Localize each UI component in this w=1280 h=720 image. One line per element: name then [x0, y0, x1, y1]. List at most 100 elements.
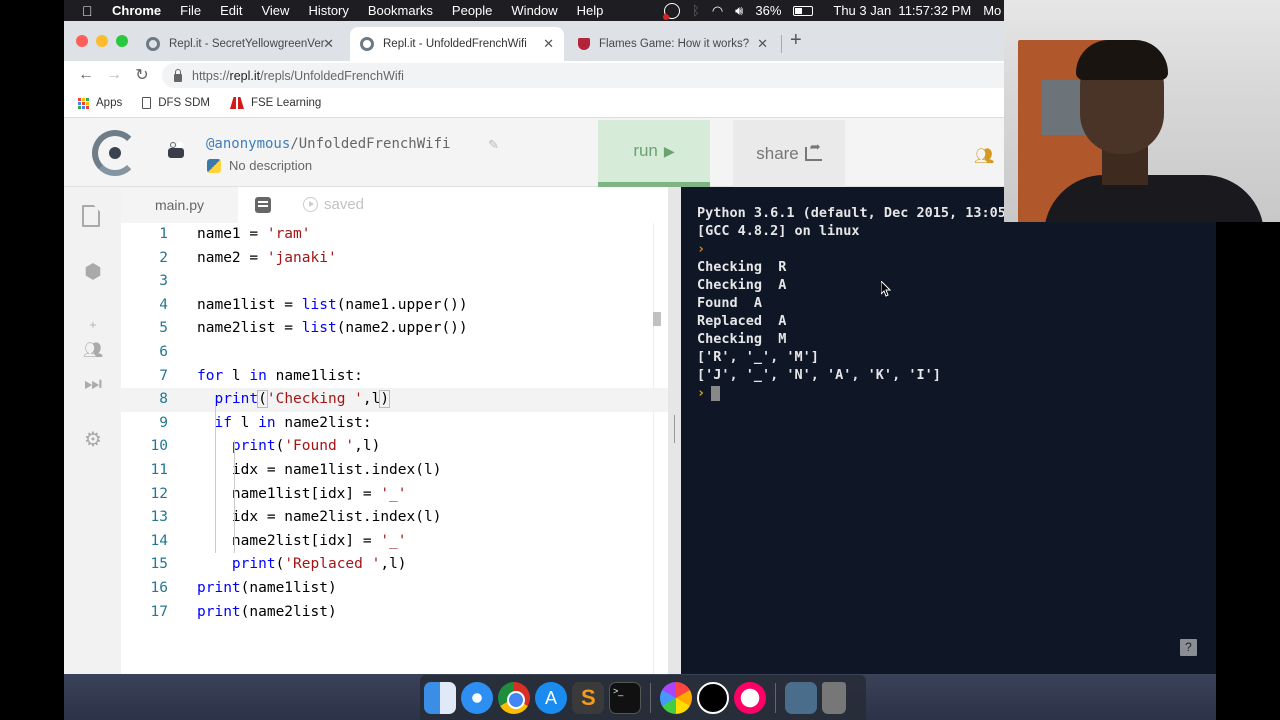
- dock-chrome-icon[interactable]: [498, 681, 530, 714]
- help-button[interactable]: ?: [1180, 639, 1197, 656]
- menu-people[interactable]: People: [452, 3, 492, 18]
- browser-tab[interactable]: Repl.it - SecretYellowgreenVer ✕: [136, 27, 344, 61]
- project-owner[interactable]: @anonymous: [206, 136, 290, 152]
- address-bar[interactable]: https://repl.it/repls/UnfoldedFrenchWifi: [162, 63, 1004, 88]
- run-button[interactable]: run ▶: [598, 120, 710, 187]
- project-title[interactable]: @anonymous/UnfoldedFrenchWifi: [206, 136, 450, 152]
- code-line[interactable]: 9 if l in name2list:: [121, 412, 668, 436]
- code-line[interactable]: 14 name2list[idx] = '_': [121, 530, 668, 554]
- obs-status-icon[interactable]: [663, 2, 680, 20]
- debugger-step-icon[interactable]: ⏭︎: [82, 373, 104, 395]
- history-icon[interactable]: [303, 197, 318, 212]
- tab-main-py[interactable]: main.py: [121, 187, 238, 223]
- multiplayer-icon[interactable]: 👥︎: [974, 146, 994, 166]
- line-source[interactable]: if l in name2list:: [197, 412, 371, 436]
- code-line[interactable]: 8 print('Checking ',l): [121, 388, 668, 412]
- battery-icon[interactable]: [793, 5, 814, 16]
- replit-logo-icon[interactable]: [92, 130, 138, 176]
- volume-icon[interactable]: 🔊︎: [735, 3, 743, 19]
- line-source[interactable]: name2list = list(name2.upper()): [197, 317, 468, 341]
- console-input-prompt[interactable]: ›: [697, 384, 721, 402]
- packages-cube-icon[interactable]: ⬢: [82, 261, 104, 283]
- clock[interactable]: Thu 3 Jan 11:57:32 PM: [833, 3, 971, 18]
- line-source[interactable]: name2 = 'janaki': [197, 247, 337, 271]
- code-line[interactable]: 15 print('Replaced ',l): [121, 553, 668, 577]
- dock-terminal-icon[interactable]: >_: [609, 681, 641, 714]
- files-icon[interactable]: [82, 205, 104, 227]
- browser-tab-active[interactable]: Repl.it - UnfoldedFrenchWifi ✕: [350, 27, 564, 61]
- robot-avatar-icon[interactable]: [168, 142, 184, 158]
- code-line[interactable]: 10 print('Found ',l): [121, 435, 668, 459]
- line-source[interactable]: name1 = 'ram': [197, 223, 311, 247]
- dock-photos-icon[interactable]: [660, 681, 692, 714]
- bookmark-apps[interactable]: Apps: [78, 97, 122, 109]
- line-source[interactable]: name1list = list(name1.upper()): [197, 294, 468, 318]
- close-tab-icon[interactable]: ✕: [323, 36, 334, 52]
- code-lines[interactable]: 1 name1 = 'ram' 2 name2 = 'janaki' 3 4 name1li…: [121, 223, 668, 624]
- code-line[interactable]: 17 print(name2list): [121, 601, 668, 625]
- code-line[interactable]: 2 name2 = 'janaki': [121, 247, 668, 271]
- project-name[interactable]: UnfoldedFrenchWifi: [299, 136, 451, 152]
- menu-app[interactable]: Chrome: [112, 3, 161, 18]
- code-line[interactable]: 5 name2list = list(name2.upper()): [121, 317, 668, 341]
- forward-arrow-icon[interactable]: →: [106, 66, 122, 84]
- code-line[interactable]: 6: [121, 341, 668, 365]
- line-source[interactable]: print('Replaced ',l): [197, 553, 407, 577]
- bluetooth-icon[interactable]: ᛒ: [692, 3, 700, 18]
- code-line[interactable]: 7 for l in name1list:: [121, 365, 668, 389]
- line-source[interactable]: print('Found ',l): [197, 435, 380, 459]
- back-arrow-icon[interactable]: ←: [78, 66, 94, 84]
- code-line[interactable]: 12 name1list[idx] = '_': [121, 483, 668, 507]
- dock-sublime-text-icon[interactable]: [572, 681, 604, 714]
- close-tab-icon[interactable]: ✕: [543, 36, 554, 52]
- maximize-window-button[interactable]: [116, 35, 128, 47]
- menu-file[interactable]: File: [180, 3, 201, 18]
- user-menu[interactable]: Mo: [983, 3, 1001, 18]
- code-line[interactable]: 4 name1list = list(name1.upper()): [121, 294, 668, 318]
- close-tab-icon[interactable]: ✕: [757, 36, 768, 52]
- line-source[interactable]: for l in name1list:: [197, 365, 363, 389]
- browser-tab[interactable]: Flames Game: How it works? ✕: [568, 27, 778, 61]
- line-source[interactable]: print('Checking ',l): [197, 388, 391, 412]
- pane-resize-handle[interactable]: [668, 187, 681, 674]
- code-line[interactable]: 13 idx = name2list.index(l): [121, 506, 668, 530]
- project-description[interactable]: No description: [229, 158, 312, 173]
- dock-finder-icon[interactable]: [424, 681, 456, 714]
- menu-history[interactable]: History: [308, 3, 348, 18]
- code-line[interactable]: 1 name1 = 'ram': [121, 223, 668, 247]
- dock-trash-icon[interactable]: [822, 681, 846, 714]
- menu-view[interactable]: View: [261, 3, 289, 18]
- code-line[interactable]: 11 idx = name1list.index(l): [121, 459, 668, 483]
- edit-pencil-icon[interactable]: ✎: [488, 137, 499, 153]
- menu-window[interactable]: Window: [511, 3, 557, 18]
- reload-icon[interactable]: ↻: [134, 65, 150, 85]
- bookmark-dfs-sdm[interactable]: DFS SDM: [142, 97, 210, 109]
- line-source[interactable]: print(name1list): [197, 577, 337, 601]
- editor-scrollbar[interactable]: [653, 312, 661, 326]
- dock-preview-icon[interactable]: [785, 681, 817, 714]
- dock-obs-icon[interactable]: [697, 681, 729, 714]
- share-button[interactable]: share: [733, 120, 845, 187]
- menu-bookmarks[interactable]: Bookmarks: [368, 3, 433, 18]
- invite-users-icon[interactable]: ⁺👥︎: [82, 318, 104, 359]
- menu-edit[interactable]: Edit: [220, 3, 242, 18]
- code-editor[interactable]: main.py saved 1 name1 = 'ram' 2 name2 = 'ja…: [121, 187, 668, 674]
- wifi-icon[interactable]: ◠: [712, 3, 723, 19]
- new-tab-button[interactable]: +: [790, 29, 802, 52]
- minimize-window-button[interactable]: [96, 35, 108, 47]
- dock-safari-icon[interactable]: [461, 681, 493, 714]
- close-window-button[interactable]: [76, 35, 88, 47]
- line-source[interactable]: print(name2list): [197, 601, 337, 625]
- format-code-icon[interactable]: [255, 197, 271, 213]
- dock-app-store-icon[interactable]: A: [535, 681, 567, 714]
- bookmark-fse-learning[interactable]: FSE Learning: [230, 97, 321, 109]
- dock-itunes-icon[interactable]: [734, 681, 766, 714]
- menu-help[interactable]: Help: [577, 3, 604, 18]
- line-source[interactable]: name1list[idx] = '_': [197, 483, 407, 507]
- code-line[interactable]: 3: [121, 270, 668, 294]
- code-line[interactable]: 16 print(name1list): [121, 577, 668, 601]
- settings-gear-icon[interactable]: ⚙: [82, 429, 104, 451]
- console-output[interactable]: Python 3.6.1 (default, Dec 2015, 13:05:1…: [681, 187, 1216, 674]
- line-source[interactable]: name2list[idx] = '_': [197, 530, 407, 554]
- apple-menu-icon[interactable]: : [82, 3, 98, 19]
